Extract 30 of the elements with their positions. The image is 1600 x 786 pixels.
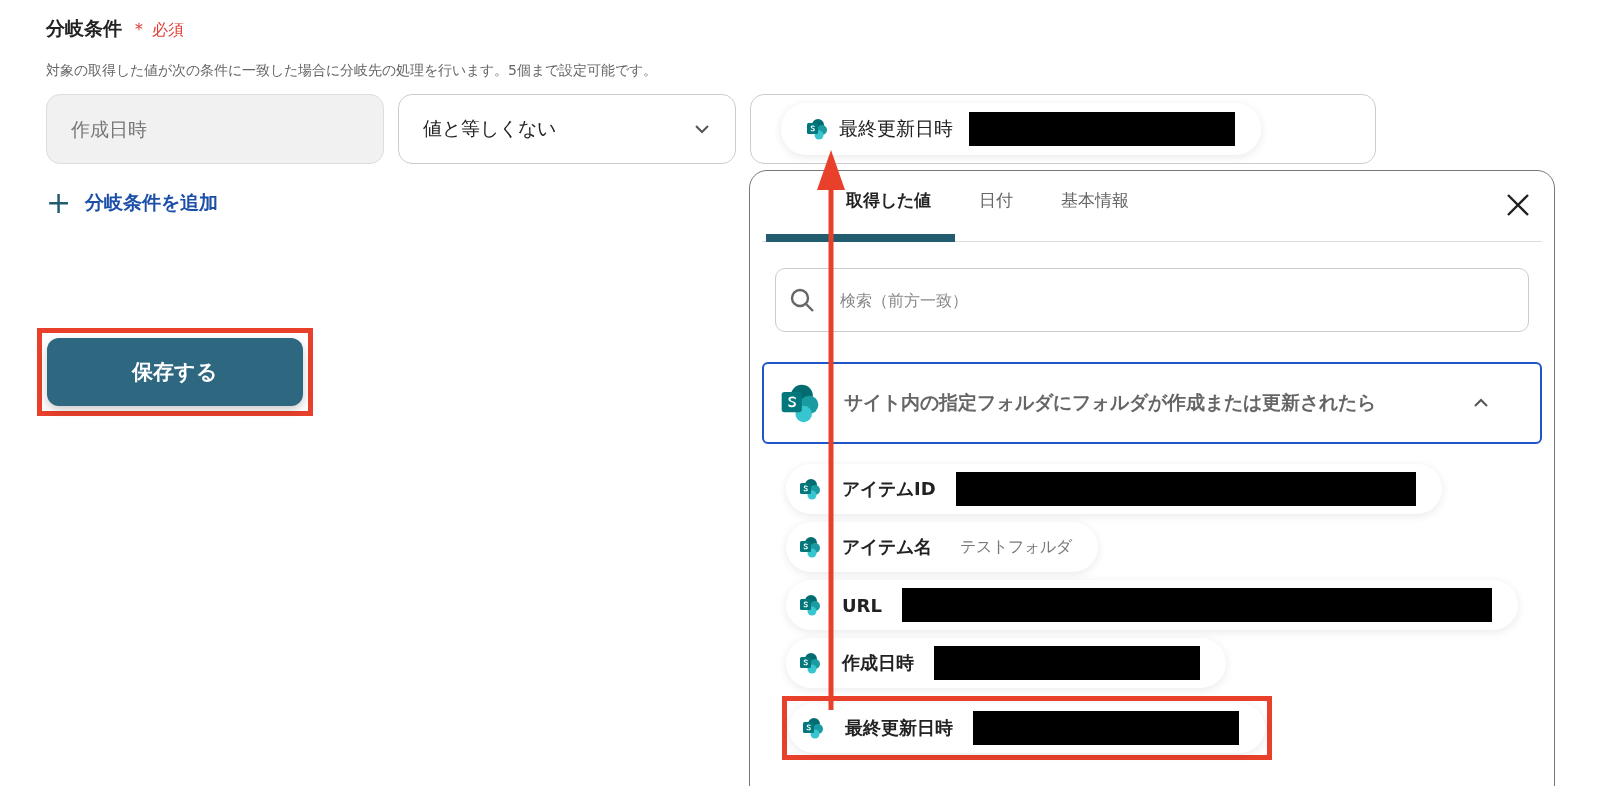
value-chip[interactable]: 最終更新日時 <box>781 103 1261 155</box>
close-icon[interactable] <box>1506 193 1530 217</box>
chevron-up-icon <box>1472 397 1490 409</box>
value-chip[interactable]: アイテムID <box>786 464 1442 514</box>
search-field[interactable]: 検索（前方一致） <box>775 268 1529 332</box>
trigger-group-header[interactable]: サイト内の指定フォルダにフォルダが作成または更新されたら <box>762 362 1542 444</box>
sharepoint-icon <box>798 477 822 501</box>
sharepoint-icon <box>798 535 822 559</box>
value-chip[interactable]: 作成日時 <box>786 638 1226 688</box>
add-condition-link[interactable]: + 分岐条件を追加 <box>46 188 219 218</box>
value-chip[interactable]: 最終更新日時 <box>789 703 1265 753</box>
save-button[interactable]: 保存する <box>47 338 303 406</box>
field-input[interactable]: 作成日時 <box>46 94 384 164</box>
value-chip[interactable]: URL <box>786 580 1518 630</box>
sharepoint-icon <box>801 716 825 740</box>
sharepoint-icon <box>805 117 829 141</box>
sample-value: テストフォルダ <box>960 536 1072 558</box>
picker-tab[interactable]: 基本情報 <box>1037 189 1153 242</box>
search-icon <box>789 287 815 313</box>
picker-tab[interactable]: 日付 <box>955 189 1037 242</box>
chevron-down-icon <box>693 123 711 135</box>
required-label: 必須 <box>152 20 184 41</box>
section-title: 分岐条件 <box>46 16 122 41</box>
required-asterisk: ＊ <box>130 17 148 41</box>
sharepoint-icon <box>798 593 822 617</box>
value-chip[interactable]: アイテム名 テストフォルダ <box>786 522 1098 572</box>
sharepoint-icon <box>798 651 822 675</box>
description-text: 対象の取得した値が次の条件に一致した場合に分岐先の処理を行います。5個まで設定可能です。 <box>46 62 658 80</box>
operator-dropdown[interactable]: 値と等しくない <box>398 94 736 164</box>
value-field[interactable]: 最終更新日時 <box>750 94 1376 164</box>
